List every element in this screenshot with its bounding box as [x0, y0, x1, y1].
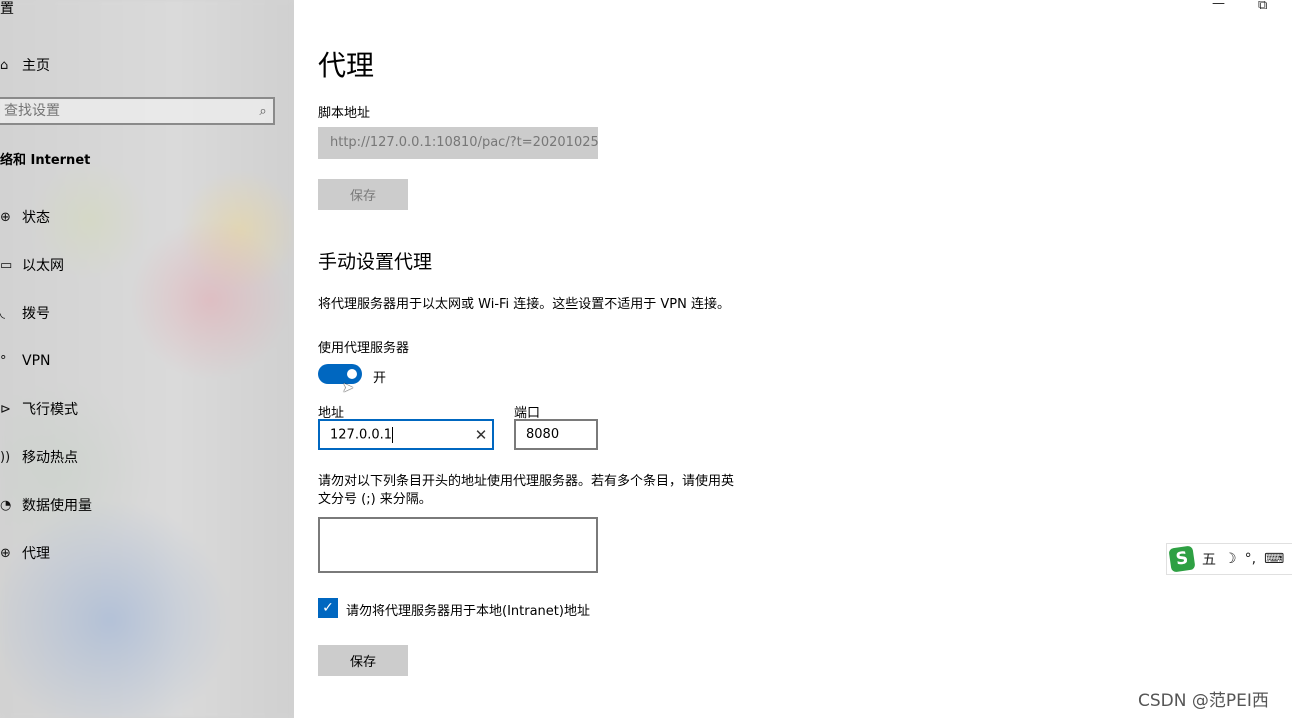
save-button[interactable]: 保存	[318, 645, 408, 676]
page-title: 代理	[318, 49, 375, 82]
punctuation-icon[interactable]: °,	[1245, 551, 1256, 567]
sidebar-item-ethernet[interactable]: ▭ 以太网	[0, 253, 64, 277]
sidebar-item-data-usage[interactable]: ◔ 数据使用量	[0, 493, 92, 517]
sidebar-item-airplane[interactable]: ⊳ 飞行模式	[0, 397, 78, 421]
section-title: 络和 Internet	[0, 153, 91, 168]
main-content: 代理 脚本地址 http://127.0.0.1:10810/pac/?t=20…	[294, 0, 1292, 718]
search-settings-box[interactable]: ⌕	[0, 97, 275, 125]
exceptions-description-line: 文分号 (;) 来分隔。	[318, 492, 432, 507]
bypass-local-checkbox[interactable]: ✓	[318, 598, 338, 618]
exceptions-description: 请勿对以下列条目开头的地址使用代理服务器。若有多个条目，请使用英 文分号 (;)…	[318, 473, 778, 509]
clear-icon[interactable]: ✕	[470, 426, 492, 444]
ethernet-icon: ▭	[0, 257, 13, 273]
watermark: CSDN @范PEI西	[1138, 691, 1269, 711]
bypass-local-label[interactable]: 请勿将代理服务器用于本地(Intranet)地址	[346, 600, 590, 619]
sidebar-item-proxy[interactable]: ⊕ 代理	[0, 541, 50, 565]
sidebar-item-label: 以太网	[22, 258, 64, 274]
globe-icon: ⊕	[0, 209, 11, 225]
sidebar-item-label: 移动热点	[22, 450, 78, 466]
text-caret	[392, 426, 394, 443]
manual-proxy-description: 将代理服务器用于以太网或 Wi-Fi 连接。这些设置不适用于 VPN 连接。	[318, 297, 731, 312]
use-proxy-label: 使用代理服务器	[318, 341, 410, 356]
script-address-label: 脚本地址	[318, 106, 371, 121]
keyboard-icon[interactable]: ⌨	[1264, 551, 1284, 567]
address-input[interactable]: 127.0.0.1 ✕	[318, 419, 494, 450]
sidebar-item-label: 数据使用量	[22, 498, 92, 514]
manual-proxy-title: 手动设置代理	[318, 251, 433, 273]
toggle-knob	[347, 369, 357, 379]
script-address-field: http://127.0.0.1:10810/pac/?t=2020102511	[318, 127, 598, 159]
exceptions-textarea[interactable]	[318, 517, 598, 573]
sidebar-item-dialup[interactable]: ◟ 拨号	[0, 301, 50, 325]
moon-icon[interactable]: ☽	[1224, 551, 1237, 567]
sidebar: 置 ⌂ 主页 ⌕ 络和 Internet ⊕ 状态 ▭ 以太网 ◟ 拨号 ° V…	[0, 0, 294, 718]
sogou-logo-icon[interactable]: S	[1168, 545, 1196, 573]
sidebar-item-status[interactable]: ⊕ 状态	[0, 205, 50, 229]
sidebar-item-vpn[interactable]: ° VPN	[0, 349, 51, 373]
sidebar-item-home[interactable]: ⌂ 主页	[0, 53, 50, 77]
sidebar-item-label: 状态	[22, 210, 50, 226]
sidebar-item-hotspot[interactable]: )) 移动热点	[0, 445, 78, 469]
mouse-cursor-icon: ➤	[342, 380, 354, 396]
search-input[interactable]	[0, 102, 253, 120]
use-proxy-toggle[interactable]	[318, 364, 362, 384]
sidebar-item-label: VPN	[22, 353, 51, 369]
ime-mode[interactable]: 五	[1202, 549, 1216, 569]
save-script-button: 保存	[318, 179, 408, 210]
toggle-state-label: 开	[373, 371, 387, 386]
sidebar-item-label: 代理	[22, 546, 50, 562]
data-usage-icon: ◔	[0, 497, 12, 513]
sidebar-item-label: 拨号	[22, 306, 50, 322]
vpn-icon: °	[0, 353, 7, 369]
sidebar-item-label: 主页	[22, 58, 50, 74]
airplane-icon: ⊳	[0, 401, 11, 417]
globe-icon: ⊕	[0, 545, 11, 561]
address-value: 127.0.0.1	[330, 427, 393, 442]
hotspot-icon: ))	[0, 449, 11, 465]
search-icon[interactable]: ⌕	[253, 104, 273, 119]
exceptions-description-line: 请勿对以下列条目开头的地址使用代理服务器。若有多个条目，请使用英	[318, 474, 735, 489]
sidebar-item-label: 飞行模式	[22, 402, 78, 418]
port-input[interactable]: 8080	[514, 419, 598, 450]
window-title-fragment: 置	[0, 1, 14, 17]
ime-toolbar[interactable]: S 五 ☽ °, ⌨	[1166, 543, 1292, 575]
home-icon: ⌂	[0, 57, 9, 73]
phone-icon: ◟	[0, 305, 6, 321]
checkmark-icon: ✓	[322, 600, 334, 616]
